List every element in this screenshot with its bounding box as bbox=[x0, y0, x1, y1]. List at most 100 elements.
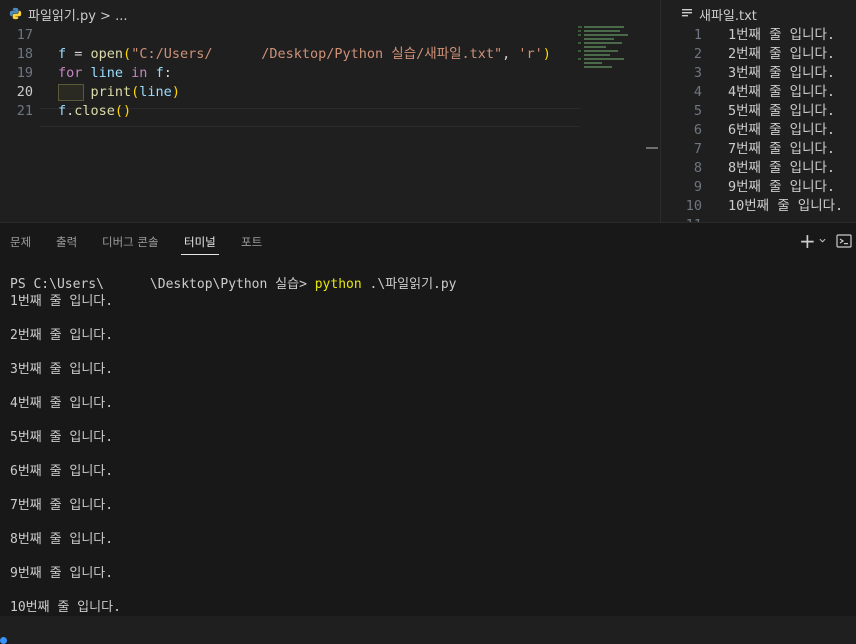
terminal-output-line: 4번째 줄 입니다. bbox=[10, 396, 114, 411]
code-text: print(line) bbox=[58, 83, 180, 102]
terminal-output-line: 8번째 줄 입니다. bbox=[10, 532, 114, 547]
code-token: line bbox=[139, 84, 172, 100]
tab-terminal[interactable]: 터미널 bbox=[184, 234, 216, 250]
line-number: 17 bbox=[16, 27, 33, 43]
line-number: 3 bbox=[693, 65, 702, 81]
python-file-icon bbox=[9, 7, 22, 20]
text-line[interactable]: 7 7번째 줄 입니다. bbox=[661, 140, 856, 159]
line-number: 6 bbox=[693, 122, 702, 138]
code-token: , bbox=[502, 46, 519, 62]
line-number: 10 bbox=[685, 198, 702, 214]
terminal-output-line: 6번째 줄 입니다. bbox=[10, 464, 114, 479]
text-line[interactable]: 3 3번째 줄 입니다. bbox=[661, 64, 856, 83]
tab-new-file[interactable]: 새파일.txt bbox=[661, 0, 856, 26]
line-number: 8 bbox=[693, 160, 702, 176]
terminal-output-line: 5번째 줄 입니다. bbox=[10, 430, 114, 445]
code-token: line bbox=[82, 65, 132, 81]
line-text: 5번째 줄 입니다. bbox=[728, 103, 836, 119]
line-text: 8번째 줄 입니다. bbox=[728, 160, 836, 176]
code-token: print bbox=[90, 84, 132, 100]
active-tab-indicator bbox=[181, 254, 219, 255]
line-text: 6번째 줄 입니다. bbox=[728, 122, 836, 138]
tab-output[interactable]: 출력 bbox=[56, 234, 77, 250]
code-token: ) bbox=[542, 46, 551, 62]
line-number: 4 bbox=[693, 84, 702, 100]
code-line[interactable]: 21 f.close() bbox=[0, 102, 580, 121]
code-text: f.close() bbox=[58, 102, 131, 121]
terminal-output-line: 3번째 줄 입니다. bbox=[10, 362, 114, 377]
code-token: f bbox=[147, 65, 164, 81]
line-number: 7 bbox=[693, 141, 702, 157]
code-token: in bbox=[131, 65, 148, 81]
code-token: open bbox=[90, 46, 124, 62]
text-file-icon bbox=[682, 9, 692, 17]
code-token: f bbox=[58, 103, 67, 119]
left-editor-pane[interactable]: 파일읽기.py > ... 17 18 f = open("C:/Users/ /D… bbox=[0, 0, 660, 222]
terminal-prompt-line: PS C:\Users\ \Desktop\Python 실습> python .… bbox=[10, 276, 457, 293]
code-line[interactable]: 20 print(line) bbox=[0, 83, 580, 102]
text-line[interactable]: 10 10번째 줄 입니다. bbox=[661, 197, 856, 216]
minimap[interactable] bbox=[578, 26, 630, 86]
prompt-suffix: \Desktop\Python 실습> bbox=[149, 277, 315, 292]
code-token: = bbox=[66, 46, 91, 62]
text-line[interactable]: 2 2번째 줄 입니다. bbox=[661, 45, 856, 64]
terminal-output-line: 7번째 줄 입니다. bbox=[10, 498, 114, 513]
code-token: for bbox=[58, 65, 83, 81]
terminal-command-args: .\파일읽기.py bbox=[361, 277, 457, 292]
tab-problems[interactable]: 문제 bbox=[10, 234, 31, 250]
code-token: 'r' bbox=[518, 46, 543, 62]
plus-icon: + bbox=[799, 229, 816, 253]
breadcrumb-path[interactable]: 파일읽기.py > ... bbox=[28, 5, 127, 24]
code-token: f bbox=[58, 46, 67, 62]
code-token: () bbox=[114, 103, 132, 119]
right-editor-pane[interactable]: 새파일.txt 1 1번째 줄 입니다. 2 2번째 줄 입니다. 3 3번째 줄 입니다… bbox=[661, 0, 856, 222]
terminal-output-line: 1번째 줄 입니다. bbox=[10, 294, 114, 309]
code-editor[interactable]: 17 18 f = open("C:/Users/ /Desktop/Python … bbox=[0, 26, 580, 222]
panel-tab-bar: 문제 출력 디버그 콘솔 터미널 포트 + bbox=[0, 223, 856, 259]
terminal-output-line: 10번째 줄 입니다. bbox=[10, 600, 121, 615]
terminal-command: python bbox=[314, 277, 362, 292]
code-token: "C:/Users/ /Desktop/Python 실습/새파일.txt" bbox=[131, 46, 503, 62]
line-number: 20 bbox=[16, 84, 33, 100]
code-text: f = open("C:/Users/ /Desktop/Python 실습/새… bbox=[58, 45, 551, 64]
powershell-terminal-icon[interactable] bbox=[836, 233, 852, 249]
code-line[interactable]: 18 f = open("C:/Users/ /Desktop/Python 실습… bbox=[0, 45, 580, 64]
new-terminal-button[interactable]: + bbox=[799, 231, 829, 251]
code-line[interactable]: 19 for line in f: bbox=[0, 64, 580, 83]
line-text: 3번째 줄 입니다. bbox=[728, 65, 836, 81]
code-text: for line in f: bbox=[58, 64, 172, 83]
tab-label: 새파일.txt bbox=[699, 9, 757, 24]
line-text: 10번째 줄 입니다. bbox=[728, 198, 844, 214]
line-text: 7번째 줄 입니다. bbox=[728, 141, 836, 157]
line-number: 5 bbox=[693, 103, 702, 119]
bottom-panel: 문제 출력 디버그 콘솔 터미널 포트 + PS C:\Users\ \Deskt… bbox=[0, 222, 856, 644]
text-line[interactable]: 8 8번째 줄 입니다. bbox=[661, 159, 856, 178]
code-token: ) bbox=[171, 84, 180, 100]
tab-ports[interactable]: 포트 bbox=[241, 234, 262, 250]
line-number: 18 bbox=[16, 46, 33, 62]
line-text: 1번째 줄 입니다. bbox=[728, 27, 836, 43]
text-line[interactable]: 5 5번째 줄 입니다. bbox=[661, 102, 856, 121]
code-token: : bbox=[163, 65, 172, 81]
text-line[interactable]: 4 4번째 줄 입니다. bbox=[661, 83, 856, 102]
line-number: 19 bbox=[16, 65, 33, 81]
text-line[interactable]: 6 6번째 줄 입니다. bbox=[661, 121, 856, 140]
editor-scrollbar[interactable] bbox=[644, 26, 658, 222]
command-decoration-icon[interactable] bbox=[0, 637, 7, 644]
text-line[interactable]: 1 1번째 줄 입니다. bbox=[661, 26, 856, 45]
line-number: 2 bbox=[693, 46, 702, 62]
line-text: 4번째 줄 입니다. bbox=[728, 84, 836, 100]
text-line[interactable]: 9 9번째 줄 입니다. bbox=[661, 178, 856, 197]
line-text: 9번째 줄 입니다. bbox=[728, 179, 836, 195]
line-number: 9 bbox=[693, 179, 702, 195]
chevron-down-icon[interactable] bbox=[819, 237, 826, 244]
line-text: 2번째 줄 입니다. bbox=[728, 46, 836, 62]
breadcrumb[interactable]: 파일읽기.py > ... bbox=[0, 0, 660, 26]
line-number: 1 bbox=[693, 27, 702, 43]
code-token: close bbox=[74, 103, 115, 119]
code-line[interactable]: 17 bbox=[0, 26, 580, 45]
tab-debug-console[interactable]: 디버그 콘솔 bbox=[102, 234, 159, 250]
terminal-output-line: 9번째 줄 입니다. bbox=[10, 566, 114, 581]
terminal-output[interactable]: PS C:\Users\ \Desktop\Python 실습> python .… bbox=[0, 259, 856, 644]
